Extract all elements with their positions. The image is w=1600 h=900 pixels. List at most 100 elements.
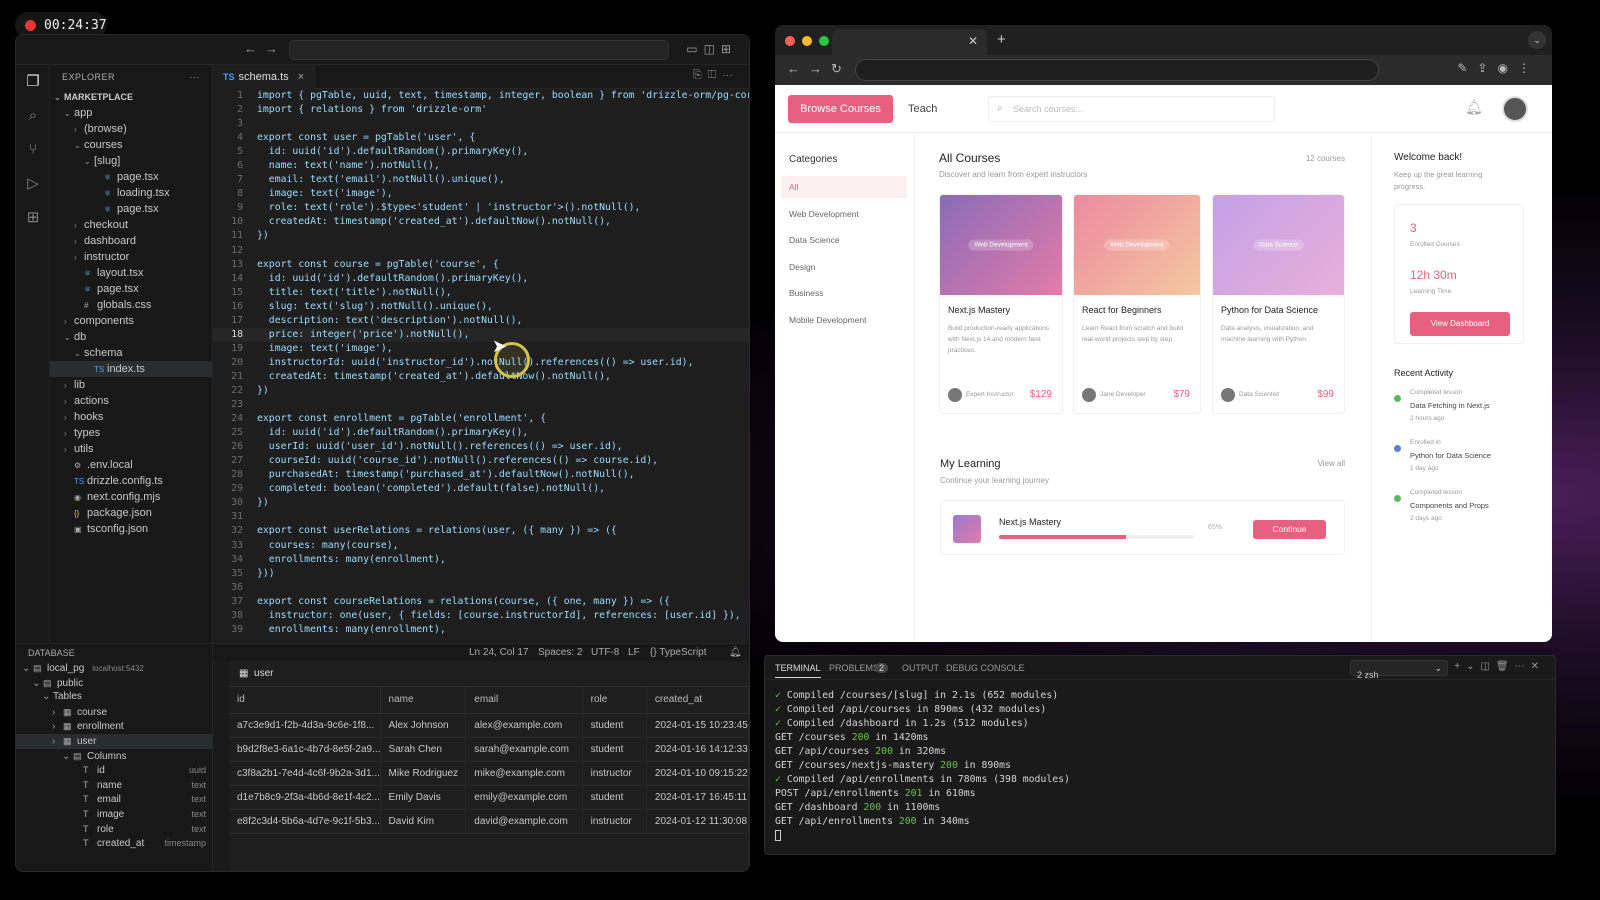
continue-button[interactable]: Continue — [1253, 520, 1326, 539]
db-tree-item[interactable]: ⌄ ▤ public — [16, 676, 212, 691]
tree-item[interactable]: ⌄ MARKETPLACE — [50, 89, 212, 105]
table-cell[interactable]: emily@example.com — [465, 785, 583, 810]
tree-item[interactable]: ⌄ [slug] — [50, 153, 212, 169]
db-tree-item[interactable]: › ▦ course — [16, 705, 212, 720]
new-tab-icon[interactable]: + — [997, 31, 1006, 48]
language-mode[interactable]: {} TypeScript — [650, 644, 707, 662]
view-dashboard-button[interactable]: View Dashboard — [1410, 312, 1510, 336]
view-all-link[interactable]: View all — [1318, 459, 1345, 468]
db-tree-item[interactable]: ⌄ ▤ local_pg localhost:5432 — [16, 661, 212, 676]
tree-item[interactable]: ⚛ page.tsx — [50, 281, 212, 297]
column-header[interactable]: created_at — [646, 687, 749, 714]
table-row[interactable]: b9d2f8e3-6a1c-4b7d-8e5f-2a9... Sarah Chen… — [229, 737, 749, 762]
table-cell[interactable]: 2024-01-15 10:23:45 — [646, 713, 749, 738]
browser-nav-icons[interactable]: ←→↻ — [787, 61, 851, 77]
table-row[interactable]: d1e7b8c9-2f3a-4b6d-8e1f-4c2... Emily Davi… — [229, 785, 749, 810]
browse-courses-button[interactable]: Browse Courses — [788, 95, 893, 123]
db-tree-item[interactable]: › ▦ user — [16, 733, 212, 749]
table-cell[interactable]: instructor — [582, 761, 647, 786]
db-tree-item[interactable]: Tid uuid — [16, 763, 212, 778]
table-cell[interactable]: 2024-01-17 16:45:11 — [646, 785, 749, 810]
table-cell[interactable]: Sarah Chen — [380, 737, 467, 762]
encoding[interactable]: UTF-8 — [591, 644, 619, 662]
minimize-window-icon[interactable] — [802, 36, 812, 46]
table-cell[interactable]: mike@example.com — [465, 761, 583, 786]
run-debug-icon[interactable]: ▷ — [16, 167, 50, 201]
tab-schema-ts[interactable]: TS schema.ts × — [213, 65, 316, 89]
table-cell[interactable]: instructor — [582, 809, 647, 834]
tree-item[interactable]: ⚛ layout.tsx — [50, 265, 212, 281]
tree-item[interactable]: › dashboard — [50, 233, 212, 249]
table-row[interactable]: c3f8a2b1-7e4d-4c6f-9b2a-3d1... Mike Rodri… — [229, 761, 749, 786]
terminal-actions[interactable]: +⌄◫🗑⋯✕ — [1454, 661, 1545, 672]
tab-problems[interactable]: PROBLEMS — [829, 663, 879, 673]
db-tree-item[interactable]: › ▦ enrollment — [16, 719, 212, 734]
tab-search-icon[interactable]: ⌄ — [1528, 31, 1546, 49]
table-cell[interactable]: Alex Johnson — [380, 713, 467, 738]
tree-item[interactable]: {} package.json — [50, 505, 212, 521]
nav-arrows[interactable]: ←→ — [244, 41, 286, 56]
close-tab-icon[interactable]: ✕ — [968, 34, 978, 48]
table-cell[interactable]: student — [582, 737, 647, 762]
tree-item[interactable]: ⚛ loading.tsx — [50, 185, 212, 201]
column-header[interactable]: name — [380, 687, 467, 714]
maximize-window-icon[interactable] — [819, 36, 829, 46]
bell-icon[interactable]: 🔔︎ — [729, 644, 742, 662]
user-avatar[interactable] — [1502, 96, 1528, 122]
tree-item[interactable]: # globals.css — [50, 297, 212, 313]
tree-item[interactable]: › (browse) — [50, 121, 212, 137]
table-row[interactable]: e8f2c3d4-5b6a-4d7e-9c1f-5b3... David Kim d… — [229, 809, 749, 834]
category-item[interactable]: Business — [781, 282, 907, 304]
tree-item[interactable]: ⚙ .env.local — [50, 457, 212, 473]
table-cell[interactable]: 2024-01-10 09:15:22 — [646, 761, 749, 786]
tree-item[interactable]: › types — [50, 425, 212, 441]
table-cell[interactable]: student — [582, 785, 647, 810]
tab-debug-console[interactable]: DEBUG CONSOLE — [946, 663, 1025, 673]
indent-setting[interactable]: Spaces: 2 — [538, 644, 582, 662]
table-row[interactable]: a7c3e9d1-f2b-4d3a-9c6e-1f8... Alex Johnso… — [229, 713, 749, 738]
tree-item[interactable]: › hooks — [50, 409, 212, 425]
table-cell[interactable]: Emily Davis — [380, 785, 467, 810]
course-card[interactable]: Web Development Next.js Mastery Build prod… — [939, 194, 1063, 414]
tree-item[interactable]: › utils — [50, 441, 212, 457]
table-cell[interactable]: Mike Rodriguez — [380, 761, 467, 786]
table-cell[interactable]: d1e7b8c9-2f3a-4b6d-8e1f-4c2... — [229, 785, 381, 810]
layout-icons[interactable]: ▭◫⊞ — [686, 42, 737, 56]
code-area[interactable]: 1 import { pgTable, uuid, text, timestamp… — [213, 89, 749, 643]
category-item[interactable]: Web Development — [781, 203, 907, 225]
table-cell[interactable]: e8f2c3d4-5b6a-4d7e-9c1f-5b3... — [229, 809, 381, 834]
db-tree-item[interactable]: ⌄ Tables — [16, 690, 212, 705]
category-item[interactable]: Design — [781, 256, 907, 278]
course-card[interactable]: Data Science Python for Data Science Data … — [1212, 194, 1345, 414]
tab-output[interactable]: OUTPUT — [902, 663, 939, 673]
category-item[interactable]: Data Science — [781, 229, 907, 251]
table-cell[interactable]: c3f8a2b1-7e4d-4c6f-9b2a-3d1... — [229, 761, 381, 786]
column-header[interactable]: email — [465, 687, 583, 714]
extensions-icon[interactable]: ⊞ — [16, 201, 50, 235]
table-cell[interactable]: 2024-01-16 14:12:33 — [646, 737, 749, 762]
tree-item[interactable]: TS index.ts — [50, 361, 212, 377]
table-cell[interactable]: David Kim — [380, 809, 467, 834]
tree-item[interactable]: ◉ next.config.mjs — [50, 489, 212, 505]
cursor-position[interactable]: Ln 24, Col 17 — [469, 644, 529, 662]
tab-terminal[interactable]: TERMINAL — [775, 663, 821, 678]
tree-item[interactable]: TS drizzle.config.ts — [50, 473, 212, 489]
tree-item[interactable]: ⌄ app — [50, 105, 212, 121]
db-tree-item[interactable]: Tcreated_at timestamp — [16, 836, 212, 851]
db-tree-item[interactable]: Tname text — [16, 778, 212, 793]
category-item[interactable]: All — [781, 176, 907, 198]
tree-item[interactable]: ⚛ page.tsx — [50, 169, 212, 185]
db-tree-item[interactable]: Timage text — [16, 807, 212, 822]
tree-item[interactable]: › lib — [50, 377, 212, 393]
course-search-input[interactable]: ⌕ Search courses... — [988, 96, 1275, 122]
notification-bell-icon[interactable]: 🔔︎ — [1465, 99, 1483, 116]
extension-icons[interactable]: ✎⇪◉⋮ — [1457, 61, 1540, 75]
close-icon[interactable]: × — [298, 71, 304, 83]
terminal-prompt[interactable] — [775, 829, 1070, 843]
table-cell[interactable]: b9d2f8e3-6a1c-4b7d-8e5f-2a9... — [229, 737, 381, 762]
table-cell[interactable]: 2024-01-12 11:30:08 — [646, 809, 749, 834]
column-header[interactable]: id — [229, 687, 381, 714]
explorer-more-icon[interactable]: ··· — [190, 65, 201, 89]
db-tree-item[interactable]: ⌄ ▤ Columns — [16, 749, 212, 764]
address-bar[interactable] — [855, 59, 1379, 81]
